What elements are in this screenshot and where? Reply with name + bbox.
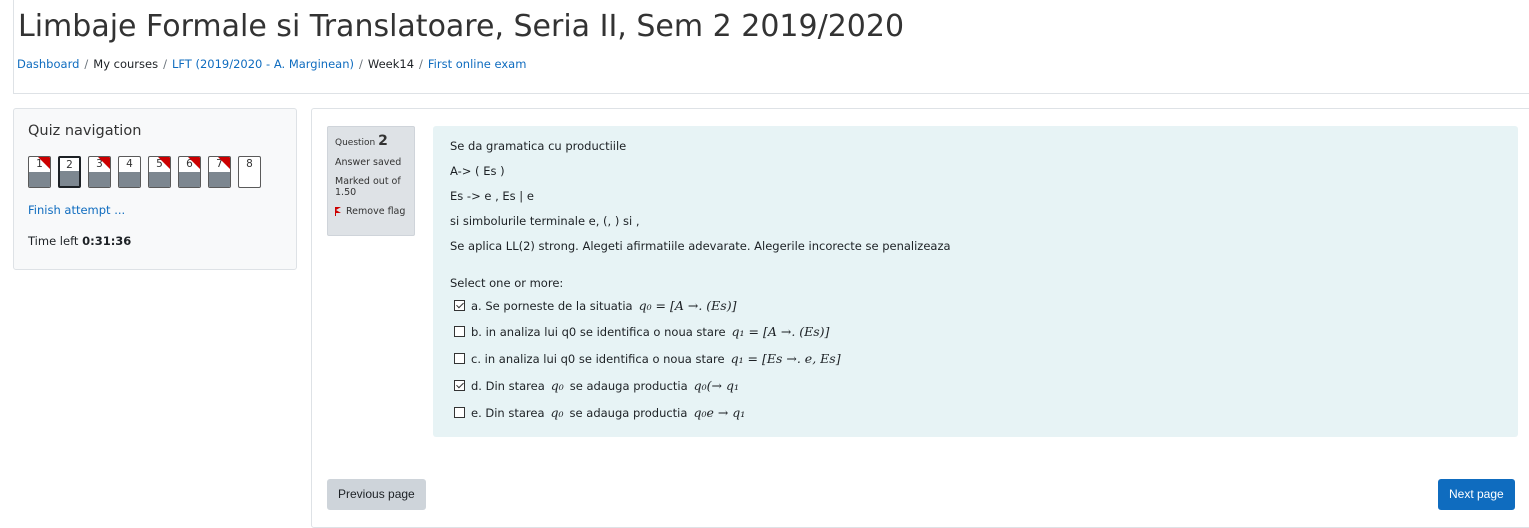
answered-indicator bbox=[149, 172, 170, 187]
question-text-line: A-> ( Es ) bbox=[450, 164, 505, 178]
answer-text: d. Din starea bbox=[471, 378, 545, 393]
breadcrumb-course[interactable]: LFT (2019/2020 - A. Marginean) bbox=[172, 57, 354, 71]
question-number: 8 bbox=[246, 158, 253, 170]
question-button-8[interactable]: 8 bbox=[238, 156, 261, 188]
flag-icon bbox=[218, 157, 230, 169]
answer-text: b. in analiza lui q0 se identifica o nou… bbox=[471, 324, 726, 339]
answer-checkbox[interactable] bbox=[454, 300, 465, 311]
question-content: Se da gramatica cu productiile A-> ( Es … bbox=[433, 126, 1518, 437]
answer-option-c[interactable]: c. in analiza lui q0 se identifica o nou… bbox=[454, 351, 841, 366]
answer-checkbox[interactable] bbox=[454, 407, 465, 418]
question-text-line: Se aplica LL(2) strong. Alegeti afirmati… bbox=[450, 239, 951, 253]
answer-checkbox[interactable] bbox=[454, 353, 465, 364]
question-number-label: Question 2 bbox=[335, 133, 407, 149]
answer-option-b[interactable]: b. in analiza lui q0 se identifica o nou… bbox=[454, 324, 829, 339]
quiz-navigation-block: Quiz navigation 1 2 3 4 5 6 7 8 Finish a… bbox=[13, 108, 297, 270]
answered-indicator bbox=[60, 171, 79, 186]
question-button-3[interactable]: 3 bbox=[88, 156, 111, 188]
breadcrumb: Dashboard / My courses / LFT (2019/2020 - A.… bbox=[17, 57, 526, 71]
answered-indicator bbox=[29, 172, 50, 187]
question-button-6[interactable]: 6 bbox=[178, 156, 201, 188]
question-button-2[interactable]: 2 bbox=[58, 156, 81, 188]
question-state: Answer saved bbox=[335, 157, 402, 168]
answer-text: se adauga productia bbox=[569, 378, 688, 393]
answer-formula: q₀ bbox=[550, 405, 564, 420]
breadcrumb-separator: / bbox=[419, 57, 423, 71]
answer-formula: q₁ = [Es →. e, Es] bbox=[730, 351, 841, 366]
time-left: Time left 0:31:36 bbox=[28, 234, 131, 248]
breadcrumb-separator: / bbox=[359, 57, 363, 71]
answer-checkbox[interactable] bbox=[454, 380, 465, 391]
question-button-1[interactable]: 1 bbox=[28, 156, 51, 188]
question-button-4[interactable]: 4 bbox=[118, 156, 141, 188]
question-button-5[interactable]: 5 bbox=[148, 156, 171, 188]
remove-flag-label: Remove flag bbox=[346, 206, 406, 217]
time-left-label: Time left bbox=[28, 234, 79, 248]
answer-option-a[interactable]: a. Se porneste de la situatia q₀ = [A →.… bbox=[454, 298, 736, 313]
answered-indicator bbox=[119, 172, 140, 187]
breadcrumb-separator: / bbox=[163, 57, 167, 71]
answer-prompt: Select one or more: bbox=[450, 276, 564, 290]
question-number: 2 bbox=[66, 159, 73, 171]
answer-text: a. Se porneste de la situatia bbox=[471, 298, 633, 313]
answer-checkbox[interactable] bbox=[454, 326, 465, 337]
breadcrumb-dashboard[interactable]: Dashboard bbox=[17, 57, 79, 71]
page-title: Limbaje Formale si Translatoare, Seria I… bbox=[18, 9, 905, 44]
time-left-value: 0:31:36 bbox=[82, 234, 132, 248]
question-text-line: Es -> e , Es | e bbox=[450, 189, 534, 203]
answer-text: se adauga productia bbox=[569, 405, 688, 420]
flag-icon bbox=[158, 157, 170, 169]
breadcrumb-exam[interactable]: First online exam bbox=[428, 57, 527, 71]
answer-text: e. Din starea bbox=[471, 405, 545, 420]
flag-icon bbox=[38, 157, 50, 169]
question-grade: Marked out of 1.50 bbox=[335, 176, 401, 198]
answer-option-e[interactable]: e. Din starea q₀ se adauga productia q₀e… bbox=[454, 405, 745, 420]
previous-page-button[interactable]: Previous page bbox=[327, 479, 426, 510]
question-text-line: si simbolurile terminale e, (, ) si , bbox=[450, 214, 640, 228]
question-label: Question bbox=[335, 138, 376, 148]
quiz-navigation-heading: Quiz navigation bbox=[28, 123, 142, 139]
finish-attempt-link[interactable]: Finish attempt ... bbox=[28, 203, 125, 217]
answered-indicator bbox=[179, 172, 200, 187]
answer-formula: q₀e → q₁ bbox=[693, 405, 746, 420]
question-number-value: 2 bbox=[378, 133, 388, 149]
answered-indicator bbox=[89, 172, 110, 187]
flag-icon bbox=[335, 207, 342, 216]
answer-formula: q₀ = [A →. (Es)] bbox=[638, 298, 737, 313]
answer-formula: q₀ bbox=[550, 378, 564, 393]
answered-indicator bbox=[209, 172, 230, 187]
breadcrumb-week: Week14 bbox=[367, 57, 415, 71]
flag-icon bbox=[188, 157, 200, 169]
question-number: 4 bbox=[126, 158, 133, 170]
question-buttons: 1 2 3 4 5 6 7 8 bbox=[28, 156, 261, 188]
question-button-7[interactable]: 7 bbox=[208, 156, 231, 188]
question-text-line: Se da gramatica cu productiile bbox=[450, 139, 627, 153]
answer-formula: q₀(→ q₁ bbox=[693, 378, 740, 393]
question-info: Question 2 Answer saved Marked out of 1.… bbox=[327, 126, 415, 236]
next-page-button[interactable]: Next page bbox=[1438, 479, 1515, 510]
answer-formula: q₁ = [A →. (Es)] bbox=[731, 324, 830, 339]
breadcrumb-separator: / bbox=[84, 57, 89, 71]
flag-icon bbox=[98, 157, 110, 169]
remove-flag-button[interactable]: Remove flag bbox=[335, 206, 407, 217]
breadcrumb-my-courses: My courses bbox=[93, 57, 159, 71]
answer-text: c. in analiza lui q0 se identifica o nou… bbox=[471, 351, 725, 366]
answer-option-d[interactable]: d. Din starea q₀ se adauga productia q₀(… bbox=[454, 378, 739, 393]
